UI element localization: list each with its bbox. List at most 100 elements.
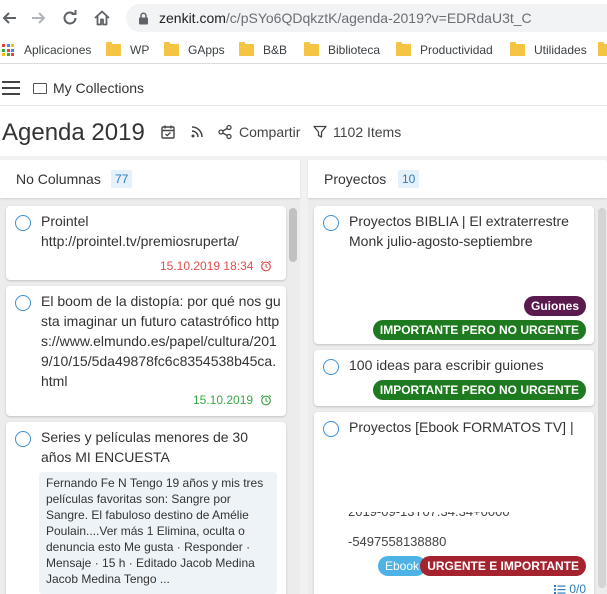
bookmark-label: Aplicaciones bbox=[24, 43, 92, 57]
folder-icon bbox=[304, 42, 319, 56]
breadcrumb[interactable]: My Collections bbox=[33, 80, 144, 96]
complete-checkbox[interactable] bbox=[15, 295, 31, 311]
bookmark-label: Productividad bbox=[420, 43, 493, 57]
forward-button[interactable] bbox=[26, 6, 50, 30]
reload-icon bbox=[63, 10, 77, 25]
card-title: Proyectos BIBLIA | El extraterrestre Mon… bbox=[349, 213, 569, 249]
complete-checkbox[interactable] bbox=[323, 421, 339, 437]
card-title: Proyectos [Ebook FORMATOS TV] | bbox=[349, 419, 574, 435]
bookmark-wp[interactable]: WP bbox=[106, 41, 149, 59]
tag-guiones[interactable]: Guiones bbox=[523, 296, 586, 316]
bookmark-aplicaciones[interactable]: Aplicaciones bbox=[2, 41, 91, 59]
tag-urgente-importante[interactable]: URGENTE E IMPORTANTE bbox=[420, 556, 586, 576]
apps-icon bbox=[2, 44, 14, 56]
column-header: Proyectos 10 bbox=[308, 160, 607, 198]
url-text: zenkit.com/c/pSYo6QDqkztK/agenda-2019?v=… bbox=[159, 10, 532, 26]
card-series-peliculas[interactable]: Series y películas menores de 30 años MI… bbox=[6, 422, 286, 594]
bookmark-overflow[interactable] bbox=[598, 41, 607, 59]
comment-preview: Fernando Fe N Tengo 19 años y mis tres p… bbox=[39, 472, 277, 594]
card-description-line2: -5497558138880 bbox=[348, 534, 447, 549]
share-icon bbox=[218, 124, 232, 140]
bookmark-biblioteca[interactable]: Biblioteca bbox=[304, 41, 380, 59]
card-title: El boom de la distopía: por qué nos gust… bbox=[41, 293, 281, 389]
home-button[interactable] bbox=[90, 6, 114, 30]
alarm-icon bbox=[260, 394, 272, 406]
back-button[interactable] bbox=[0, 6, 22, 30]
bookmarks-bar: Aplicaciones WP GApps B&B Biblioteca Pro… bbox=[0, 36, 607, 64]
bookmark-bb[interactable]: B&B bbox=[239, 41, 287, 59]
url-path: /c/pSYo6QDqkztK/agenda-2019?v=EDRdaU3t_C bbox=[225, 10, 532, 26]
column-title: Proyectos bbox=[324, 171, 387, 187]
forward-arrow-icon bbox=[32, 12, 46, 24]
bookmark-productividad[interactable]: Productividad bbox=[396, 41, 493, 59]
subtasks-count: 0/0 bbox=[569, 582, 586, 594]
due-date[interactable]: 15.10.2019 18:34 bbox=[160, 259, 272, 273]
column-header: No Columnas 77 bbox=[0, 160, 300, 198]
tag-importante-no-urgente[interactable]: IMPORTANTE PERO NO URGENTE bbox=[372, 380, 586, 400]
complete-checkbox[interactable] bbox=[323, 215, 339, 231]
card-title: Series y películas menores de 30 años MI… bbox=[41, 429, 248, 465]
items-count: 1102 Items bbox=[333, 124, 402, 140]
url-host: zenkit.com bbox=[159, 10, 226, 26]
card-ebook-formatos[interactable]: Proyectos [Ebook FORMATOS TV] | 2019-09-… bbox=[314, 412, 594, 594]
filter-button[interactable]: 1102 Items bbox=[313, 124, 401, 140]
menu-icon[interactable] bbox=[2, 81, 20, 95]
rss-button[interactable] bbox=[189, 124, 205, 140]
checklist-icon bbox=[554, 584, 566, 594]
due-date-text: 15.10.2019 bbox=[193, 393, 254, 407]
folder-icon bbox=[510, 42, 525, 56]
card-description: 2019-09-13T07:34:34+0000 bbox=[348, 512, 510, 532]
column-scrollbar[interactable] bbox=[289, 208, 297, 262]
bookmark-label: Biblioteca bbox=[328, 43, 381, 57]
column-title: No Columnas bbox=[16, 171, 101, 187]
card-proyectos-biblia[interactable]: Proyectos BIBLIA | El extraterrestre Mon… bbox=[314, 206, 594, 344]
folder-icon bbox=[106, 42, 121, 56]
home-icon bbox=[94, 10, 110, 26]
kanban-board: No Columnas 77 Prointel http://prointel.… bbox=[0, 156, 607, 594]
app-header: My Collections bbox=[0, 72, 607, 106]
bookmark-label: B&B bbox=[263, 43, 288, 57]
card-distopia[interactable]: El boom de la distopía: por qué nos gust… bbox=[6, 286, 286, 416]
filter-icon bbox=[313, 125, 327, 138]
reload-button[interactable] bbox=[58, 6, 82, 30]
url-bar[interactable]: zenkit.com/c/pSYo6QDqkztK/agenda-2019?v=… bbox=[126, 4, 607, 32]
rss-icon bbox=[191, 126, 203, 138]
bookmark-utilidades[interactable]: Utilidades bbox=[510, 41, 587, 59]
card-title: 100 ideas para escribir guiones bbox=[349, 357, 544, 373]
share-label: Compartir bbox=[239, 124, 301, 140]
bookmark-gapps[interactable]: GApps bbox=[164, 41, 225, 59]
card-description-line1: 2019-09-13T07:34:34+0000 bbox=[348, 512, 510, 522]
browser-toolbar: zenkit.com/c/pSYo6QDqkztK/agenda-2019?v=… bbox=[0, 0, 607, 36]
column-no-columnas: No Columnas 77 Prointel http://prointel.… bbox=[0, 160, 300, 594]
folder-icon bbox=[239, 42, 254, 56]
bookmark-label: WP bbox=[130, 43, 150, 57]
share-button[interactable]: Compartir bbox=[217, 124, 300, 140]
complete-checkbox[interactable] bbox=[323, 359, 339, 375]
lock-icon bbox=[139, 12, 148, 25]
column-proyectos: Proyectos 10 Proyectos BIBLIA | El extra… bbox=[308, 160, 607, 594]
column-count-badge: 10 bbox=[398, 170, 420, 188]
due-date-text: 15.10.2019 18:34 bbox=[160, 259, 254, 273]
calendar-icon bbox=[161, 125, 175, 139]
folder-outline-icon bbox=[33, 82, 47, 94]
column-count-badge: 77 bbox=[111, 170, 133, 188]
card-100-ideas[interactable]: 100 ideas para escribir guiones IMPORTAN… bbox=[314, 350, 594, 406]
folder-icon bbox=[598, 42, 607, 56]
due-date[interactable]: 15.10.2019 bbox=[193, 393, 272, 407]
page-title: Agenda 2019 bbox=[2, 119, 145, 146]
card-title: Prointel http://prointel.tv/premiosruper… bbox=[41, 213, 239, 249]
column-scrollbar[interactable] bbox=[598, 208, 606, 588]
collection-header: Agenda 2019 Compartir 1102 Items bbox=[0, 112, 607, 156]
bookmark-label: Utilidades bbox=[534, 43, 587, 57]
calendar-view-button[interactable] bbox=[160, 124, 176, 140]
card-prointel[interactable]: Prointel http://prointel.tv/premiosruper… bbox=[6, 206, 286, 280]
back-arrow-icon bbox=[2, 12, 16, 24]
breadcrumb-label: My Collections bbox=[53, 80, 145, 96]
tag-ebook[interactable]: Ebook bbox=[378, 556, 427, 576]
subtasks-counter[interactable]: 0/0 bbox=[554, 582, 586, 594]
bookmark-label: GApps bbox=[188, 43, 225, 57]
tag-importante-no-urgente[interactable]: IMPORTANTE PERO NO URGENTE bbox=[372, 320, 586, 340]
complete-checkbox[interactable] bbox=[15, 215, 31, 231]
complete-checkbox[interactable] bbox=[15, 431, 31, 447]
alarm-icon bbox=[261, 260, 272, 272]
